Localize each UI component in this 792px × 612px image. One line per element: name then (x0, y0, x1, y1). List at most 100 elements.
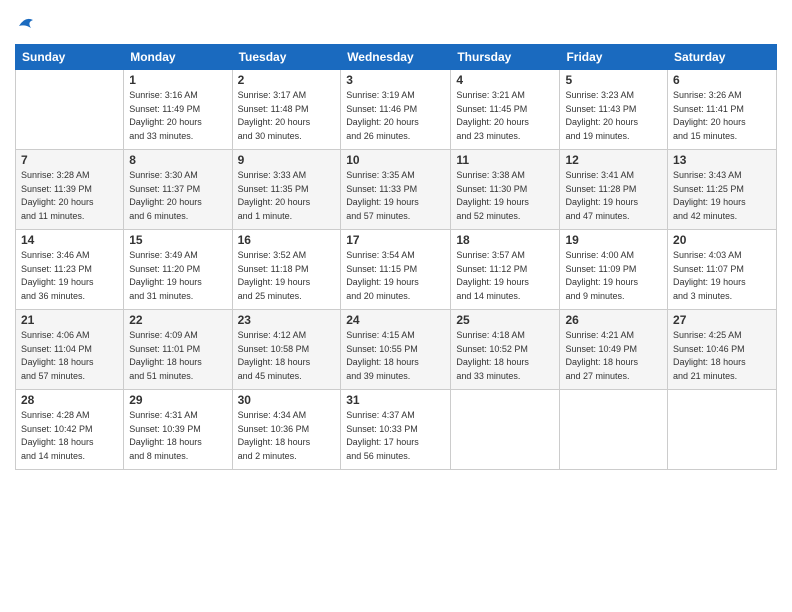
day-info-line: Daylight: 18 hours (129, 436, 226, 450)
day-info: Sunrise: 3:52 AMSunset: 11:18 PMDaylight… (238, 249, 336, 303)
day-info-line: Sunrise: 3:35 AM (346, 169, 445, 183)
day-info-line: Sunset: 10:49 PM (565, 343, 662, 357)
calendar-cell: 12 Sunrise: 3:41 AMSunset: 11:28 PMDaylig… (560, 150, 668, 230)
calendar-table: SundayMondayTuesdayWednesdayThursdayFrid… (15, 44, 777, 470)
day-info-line: Sunset: 11:41 PM (673, 103, 771, 117)
calendar-cell: 9Sunrise: 3:33 AMSunset: 11:35 PMDayligh… (232, 150, 341, 230)
day-info-line: Daylight: 20 hours (673, 116, 771, 130)
day-info: Sunrise: 3:28 AMSunset: 11:39 PMDaylight… (21, 169, 118, 223)
day-info-line: Sunrise: 3:41 AM (565, 169, 662, 183)
day-info-line: Daylight: 18 hours (565, 356, 662, 370)
day-number: 12 (565, 153, 662, 167)
page-container: SundayMondayTuesdayWednesdayThursdayFrid… (0, 0, 792, 480)
day-info-line: Sunrise: 3:17 AM (238, 89, 336, 103)
day-info-line: Daylight: 20 hours (238, 116, 336, 130)
day-number: 15 (129, 233, 226, 247)
day-info: Sunrise: 4:09 AMSunset: 11:01 PMDaylight… (129, 329, 226, 383)
day-number: 29 (129, 393, 226, 407)
day-info-line: and 57 minutes. (21, 370, 118, 384)
day-info-line: Sunset: 11:48 PM (238, 103, 336, 117)
header (15, 10, 777, 38)
day-info-line: and 9 minutes. (565, 290, 662, 304)
day-info-line: Sunset: 10:39 PM (129, 423, 226, 437)
day-info-line: Sunrise: 4:34 AM (238, 409, 336, 423)
day-info: Sunrise: 4:18 AMSunset: 10:52 PMDaylight… (456, 329, 554, 383)
day-info-line: Daylight: 17 hours (346, 436, 445, 450)
day-info-line: and 19 minutes. (565, 130, 662, 144)
day-info-line: Daylight: 19 hours (456, 276, 554, 290)
day-info-line: and 52 minutes. (456, 210, 554, 224)
weekday-header: Saturday (668, 45, 777, 70)
day-number: 28 (21, 393, 118, 407)
day-info: Sunrise: 3:17 AMSunset: 11:48 PMDaylight… (238, 89, 336, 143)
day-number: 22 (129, 313, 226, 327)
day-info-line: Sunset: 11:30 PM (456, 183, 554, 197)
day-number: 6 (673, 73, 771, 87)
day-info-line: Daylight: 18 hours (238, 356, 336, 370)
day-info-line: and 57 minutes. (346, 210, 445, 224)
day-info-line: Sunrise: 4:03 AM (673, 249, 771, 263)
day-info: Sunrise: 3:54 AMSunset: 11:15 PMDaylight… (346, 249, 445, 303)
day-info-line: Sunset: 11:15 PM (346, 263, 445, 277)
day-info-line: Sunset: 11:23 PM (21, 263, 118, 277)
day-info-line: Daylight: 20 hours (565, 116, 662, 130)
logo (15, 14, 35, 38)
day-info: Sunrise: 3:26 AMSunset: 11:41 PMDaylight… (673, 89, 771, 143)
weekday-header: Tuesday (232, 45, 341, 70)
day-info: Sunrise: 3:41 AMSunset: 11:28 PMDaylight… (565, 169, 662, 223)
day-number: 14 (21, 233, 118, 247)
day-info-line: Sunrise: 3:26 AM (673, 89, 771, 103)
calendar-cell: 4Sunrise: 3:21 AMSunset: 11:45 PMDayligh… (451, 70, 560, 150)
day-info-line: Sunrise: 4:15 AM (346, 329, 445, 343)
day-info: Sunrise: 3:16 AMSunset: 11:49 PMDaylight… (129, 89, 226, 143)
day-info-line: Daylight: 18 hours (21, 436, 118, 450)
day-number: 23 (238, 313, 336, 327)
calendar-cell (560, 390, 668, 470)
day-info-line: and 6 minutes. (129, 210, 226, 224)
day-info-line: Daylight: 19 hours (565, 276, 662, 290)
day-info-line: Sunset: 11:37 PM (129, 183, 226, 197)
day-info-line: and 20 minutes. (346, 290, 445, 304)
day-info-line: Daylight: 18 hours (238, 436, 336, 450)
calendar-cell: 30Sunrise: 4:34 AMSunset: 10:36 PMDaylig… (232, 390, 341, 470)
day-info-line: Sunrise: 4:09 AM (129, 329, 226, 343)
day-info-line: Sunrise: 4:18 AM (456, 329, 554, 343)
weekday-header: Thursday (451, 45, 560, 70)
day-info-line: and 47 minutes. (565, 210, 662, 224)
day-info-line: Sunrise: 3:54 AM (346, 249, 445, 263)
day-info-line: Sunrise: 3:21 AM (456, 89, 554, 103)
day-info-line: and 3 minutes. (673, 290, 771, 304)
day-number: 16 (238, 233, 336, 247)
calendar-cell: 22 Sunrise: 4:09 AMSunset: 11:01 PMDaylig… (124, 310, 232, 390)
calendar-cell: 16 Sunrise: 3:52 AMSunset: 11:18 PMDaylig… (232, 230, 341, 310)
day-info-line: and 27 minutes. (565, 370, 662, 384)
day-info-line: and 25 minutes. (238, 290, 336, 304)
day-number: 30 (238, 393, 336, 407)
calendar-week-row: 7Sunrise: 3:28 AMSunset: 11:39 PMDayligh… (16, 150, 777, 230)
day-info-line: Daylight: 20 hours (346, 116, 445, 130)
day-info-line: Daylight: 20 hours (129, 196, 226, 210)
day-info: Sunrise: 3:43 AMSunset: 11:25 PMDaylight… (673, 169, 771, 223)
day-info-line: Sunrise: 4:37 AM (346, 409, 445, 423)
day-info-line: Sunset: 10:46 PM (673, 343, 771, 357)
day-info-line: and 30 minutes. (238, 130, 336, 144)
day-info-line: Sunset: 11:12 PM (456, 263, 554, 277)
day-info: Sunrise: 4:28 AMSunset: 10:42 PMDaylight… (21, 409, 118, 463)
calendar-cell: 27Sunrise: 4:25 AMSunset: 10:46 PMDaylig… (668, 310, 777, 390)
logo-bird-icon (17, 14, 35, 38)
day-info: Sunrise: 3:35 AMSunset: 11:33 PMDaylight… (346, 169, 445, 223)
day-info-line: Daylight: 19 hours (238, 276, 336, 290)
day-number: 3 (346, 73, 445, 87)
day-info-line: Sunset: 10:52 PM (456, 343, 554, 357)
calendar-cell: 15Sunrise: 3:49 AMSunset: 11:20 PMDaylig… (124, 230, 232, 310)
day-info-line: and 8 minutes. (129, 450, 226, 464)
day-number: 9 (238, 153, 336, 167)
calendar-cell: 10Sunrise: 3:35 AMSunset: 11:33 PMDaylig… (341, 150, 451, 230)
day-info-line: Sunset: 11:35 PM (238, 183, 336, 197)
calendar-cell (668, 390, 777, 470)
day-info-line: Sunrise: 3:19 AM (346, 89, 445, 103)
weekday-header: Sunday (16, 45, 124, 70)
day-info-line: and 45 minutes. (238, 370, 336, 384)
day-info-line: Sunrise: 4:28 AM (21, 409, 118, 423)
day-info-line: Daylight: 19 hours (129, 276, 226, 290)
